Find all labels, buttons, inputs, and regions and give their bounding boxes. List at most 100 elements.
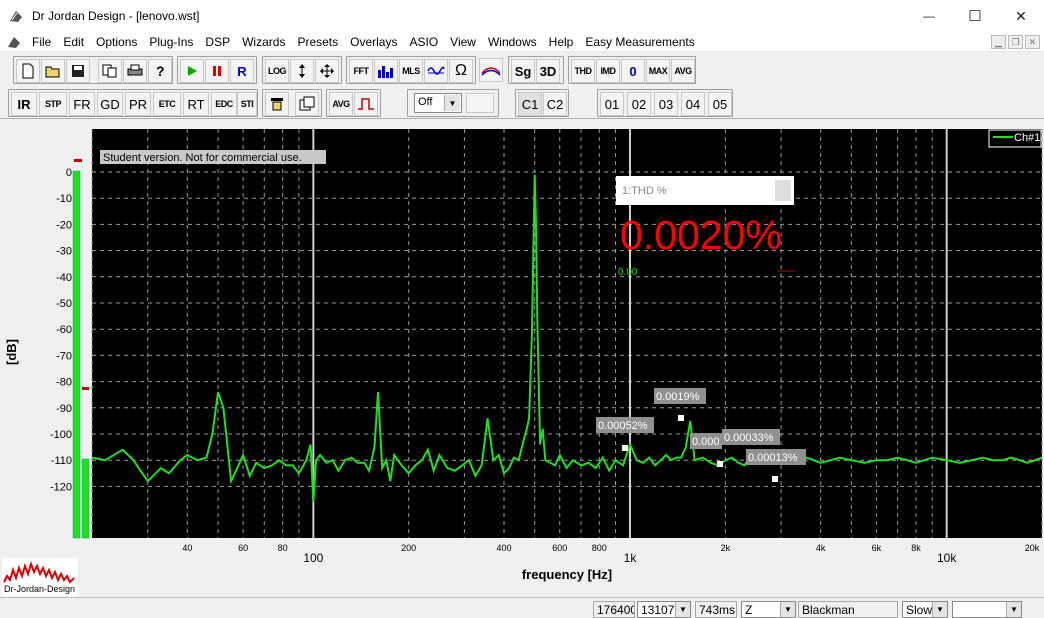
gd-button[interactable]: GD: [97, 92, 123, 116]
x-tick-minor-label: 200: [401, 543, 416, 553]
annotation-text: 0.00033%: [724, 432, 774, 444]
menu-help[interactable]: Help: [543, 32, 580, 52]
thd-button[interactable]: THD: [571, 59, 595, 83]
sti-button[interactable]: STI: [237, 92, 257, 116]
app-icon[interactable]: [8, 8, 24, 24]
x-tick-minor-label: 60: [238, 543, 248, 553]
waveform-icon[interactable]: [424, 59, 448, 83]
menu-presets[interactable]: Presets: [291, 32, 344, 52]
menu-options[interactable]: Options: [90, 32, 143, 52]
menu-easy-measurements[interactable]: Easy Measurements: [579, 32, 700, 52]
menu-plugins[interactable]: Plug-Ins: [143, 32, 199, 52]
new-icon[interactable]: [16, 59, 40, 83]
overlay-5-button[interactable]: 05: [708, 92, 732, 116]
print-icon[interactable]: [123, 59, 147, 83]
y-tick-label: -10: [56, 193, 72, 205]
window-copy-icon[interactable]: [295, 92, 319, 116]
duration-field: 743ms: [695, 601, 737, 618]
chevron-down-icon: ▼: [444, 95, 460, 111]
sg-3d-group: Sg 3D: [508, 56, 564, 84]
mdi-restore-button[interactable]: ❐: [1008, 35, 1023, 49]
pr-button[interactable]: PR: [125, 92, 151, 116]
max-button[interactable]: MAX: [646, 59, 670, 83]
menu-wizards[interactable]: Wizards: [236, 32, 291, 52]
save-icon[interactable]: [66, 59, 90, 83]
logo-waveform-icon: [3, 560, 75, 584]
fft-button[interactable]: FFT: [349, 59, 373, 83]
avg-button[interactable]: AVG: [671, 59, 695, 83]
record-button[interactable]: R: [230, 59, 254, 83]
menu-view[interactable]: View: [444, 32, 482, 52]
status-bar: 176400 131072 ▼ 743ms Z ▼ Blackman Slow …: [0, 597, 1044, 618]
blank-button[interactable]: [466, 93, 494, 113]
y-tick-label: -80: [56, 377, 72, 389]
speed-value: Slow: [906, 603, 933, 617]
x-tick-minor-label: 2k: [721, 543, 731, 553]
menu-dsp[interactable]: DSP: [199, 32, 236, 52]
y-tick-label: -120: [50, 481, 72, 493]
spectrum-bars-icon[interactable]: [374, 59, 398, 83]
avg-group: AVG: [326, 89, 381, 117]
overlay-4-button[interactable]: 04: [681, 92, 705, 116]
tool-icon[interactable]: [265, 92, 289, 116]
menu-file[interactable]: File: [26, 32, 57, 52]
ir-button[interactable]: IR: [11, 92, 37, 116]
mdi-minimize-button[interactable]: ▁: [991, 35, 1006, 49]
y-tick-label: -50: [56, 298, 72, 310]
document-icon[interactable]: [6, 34, 22, 50]
menu-asio[interactable]: ASIO: [403, 32, 444, 52]
chevron-down-icon: ▼: [780, 602, 795, 617]
extra-select[interactable]: ▼: [952, 601, 1022, 618]
menu-edit[interactable]: Edit: [57, 32, 90, 52]
open-icon[interactable]: [41, 59, 65, 83]
log-scale-button[interactable]: LOG: [265, 59, 289, 83]
thd-value: 0.0020%: [620, 212, 782, 258]
minimize-button[interactable]: —: [906, 0, 952, 32]
fft-size-select[interactable]: 131072 ▼: [637, 601, 691, 618]
chevron-down-icon: ▼: [675, 602, 690, 617]
signal-generator-button[interactable]: Sg: [511, 59, 535, 83]
toolbar-analysis: IR STP FR GD PR ETC RT EDC STI AVG Off ▼…: [0, 86, 1044, 118]
channel-1-button[interactable]: C1: [518, 92, 542, 116]
vertical-scale-icon[interactable]: [290, 59, 314, 83]
z-select[interactable]: Z ▼: [741, 601, 796, 618]
level-meter: [72, 159, 90, 539]
edc-button[interactable]: EDC: [211, 92, 237, 116]
spectrum-chart[interactable]: 0 -10 -20 -30 -40 -50 -60 -70 -80 -90 -100 -110 -120…: [0, 119, 1044, 598]
impedance-button[interactable]: Ω: [449, 59, 473, 83]
menu-overlays[interactable]: Overlays: [344, 32, 403, 52]
overlay-3-button[interactable]: 03: [654, 92, 678, 116]
etc-button[interactable]: ETC: [153, 92, 181, 116]
chevron-down-icon: ▼: [1006, 602, 1021, 617]
3d-button[interactable]: 3D: [536, 59, 560, 83]
help-icon[interactable]: ?: [148, 59, 172, 83]
stp-button[interactable]: STP: [39, 92, 67, 116]
overlay-1-button[interactable]: 01: [600, 92, 624, 116]
thd-box-button[interactable]: [775, 180, 791, 201]
y-tick-label: -30: [56, 246, 72, 258]
speed-select[interactable]: Slow ▼: [902, 601, 948, 618]
compare-curves-icon[interactable]: [479, 58, 503, 82]
file-group: ?: [13, 56, 173, 84]
imd-button[interactable]: IMD: [596, 59, 620, 83]
menu-windows[interactable]: Windows: [482, 32, 543, 52]
off-select-group: Off ▼: [407, 89, 499, 117]
average-button[interactable]: AVG: [329, 92, 353, 116]
off-select[interactable]: Off ▼: [414, 93, 462, 113]
y-axis: 0 -10 -20 -30 -40 -50 -60 -70 -80 -90 -100 -110 -120: [50, 167, 72, 493]
zero-button[interactable]: 0: [621, 59, 645, 83]
channel-2-button[interactable]: C2: [543, 92, 567, 116]
fr-button[interactable]: FR: [69, 92, 95, 116]
pause-icon[interactable]: [205, 59, 229, 83]
mdi-close-button[interactable]: ✕: [1025, 35, 1040, 49]
mls-button[interactable]: MLS: [399, 59, 423, 83]
play-icon[interactable]: [180, 59, 204, 83]
measure-group: FFT MLS Ω: [346, 56, 476, 84]
rt-button[interactable]: RT: [183, 92, 209, 116]
overlay-2-button[interactable]: 02: [627, 92, 651, 116]
copy-icon[interactable]: [98, 59, 122, 83]
maximize-button[interactable]: ☐: [952, 0, 998, 32]
move-icon[interactable]: [315, 59, 339, 83]
pulse-icon[interactable]: [354, 92, 378, 116]
close-button[interactable]: ✕: [998, 0, 1044, 32]
